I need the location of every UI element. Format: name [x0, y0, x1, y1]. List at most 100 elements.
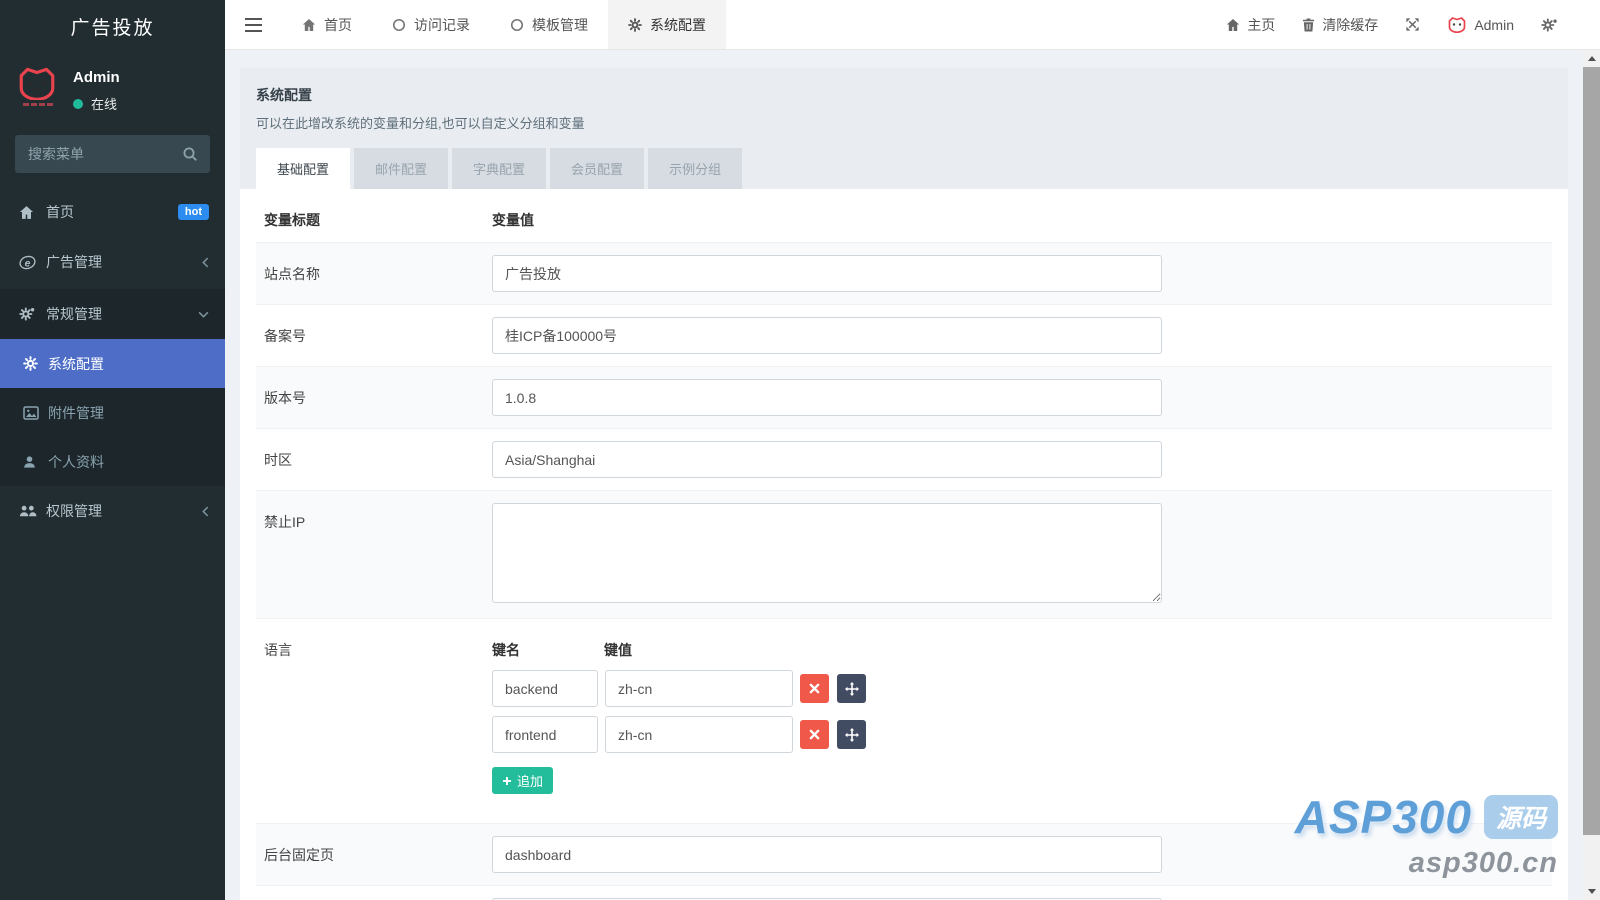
sidebar-item-general-manage[interactable]: 常规管理	[0, 289, 225, 339]
logo-wordmark	[16, 103, 60, 106]
avatar-small	[1447, 16, 1467, 33]
icp-number-input[interactable]	[492, 317, 1162, 354]
sidebar-item-home[interactable]: 首页 hot	[0, 187, 225, 237]
cross-icon	[809, 683, 820, 694]
topbar-tab-system-config[interactable]: 系统配置	[608, 0, 726, 49]
timezone-input[interactable]	[492, 441, 1162, 478]
scrollbar-thumb[interactable]	[1583, 67, 1600, 835]
user-menu[interactable]: Admin	[1447, 16, 1514, 33]
site-name-input[interactable]	[492, 255, 1162, 292]
sidebar-item-profile[interactable]: 个人资料	[0, 437, 225, 486]
table-row: 版本号	[256, 367, 1552, 429]
circle-o-icon	[510, 18, 524, 32]
field-label: 站点名称	[264, 248, 492, 299]
topbar-tab-home[interactable]: 首页	[282, 0, 372, 49]
version-input[interactable]	[492, 379, 1162, 416]
username-label: Admin	[1474, 17, 1514, 33]
field-label: 禁止IP	[264, 496, 492, 613]
sidebar-group-general: 常规管理 系统	[0, 289, 225, 486]
trash-icon	[1302, 18, 1315, 32]
table-row: 后台固定页	[256, 824, 1552, 886]
language-key-input[interactable]	[492, 716, 598, 753]
delete-row-button[interactable]	[800, 674, 829, 703]
users-icon	[19, 504, 46, 518]
plus-icon	[502, 776, 512, 786]
sidebar-item-label: 个人资料	[48, 452, 209, 472]
topbar-tab-visit-log[interactable]: 访问记录	[372, 0, 490, 49]
sidebar-toggle-button[interactable]	[225, 0, 282, 49]
circle-o-icon	[392, 18, 406, 32]
triangle-down-icon	[1588, 889, 1596, 894]
scroll-down-button[interactable]	[1583, 883, 1600, 900]
tab-dictionary-config[interactable]: 字典配置	[452, 148, 546, 189]
append-button[interactable]: 追加	[492, 767, 553, 794]
settings-menu-button[interactable]	[1541, 17, 1558, 33]
user-status-label: 在线	[91, 94, 117, 113]
topbar-tab-template-manage[interactable]: 模板管理	[490, 0, 608, 49]
page-title: 系统配置	[256, 85, 1552, 105]
fullscreen-button[interactable]	[1405, 17, 1420, 32]
brand-title: 广告投放	[0, 0, 225, 52]
sidebar-item-label: 权限管理	[46, 501, 202, 521]
online-dot-icon	[73, 99, 83, 109]
frontend-home-label: 主页	[1247, 15, 1275, 35]
table-row: 站点名称	[256, 243, 1552, 305]
sidebar-item-label: 常规管理	[46, 304, 198, 324]
vertical-scrollbar[interactable]	[1583, 50, 1600, 900]
column-variable-title: 变量标题	[264, 210, 492, 230]
user-name: Admin	[73, 69, 120, 86]
scroll-up-button[interactable]	[1583, 50, 1600, 67]
sidebar-item-label: 首页	[46, 202, 178, 222]
topbar-tab-label: 访问记录	[414, 15, 470, 35]
menu-search	[15, 135, 210, 173]
search-input[interactable]	[15, 135, 210, 173]
chevron-left-icon	[202, 506, 209, 517]
sidebar-item-auth-manage[interactable]: 权限管理	[0, 486, 225, 536]
sidebar-item-system-config[interactable]: 系统配置	[0, 339, 225, 388]
cat-logo-icon	[16, 66, 58, 100]
tab-mail-config[interactable]: 邮件配置	[354, 148, 448, 189]
delete-row-button[interactable]	[800, 720, 829, 749]
table-row: 备案号	[256, 305, 1552, 367]
topbar-actions: 主页 清除缓存 Admin	[1226, 0, 1600, 49]
topbar: 首页 访问记录 模板管理 系统配置	[225, 0, 1600, 50]
svg-text:e: e	[25, 258, 31, 269]
sidebar-item-attachment-manage[interactable]: 附件管理	[0, 388, 225, 437]
sidebar-item-label: 附件管理	[48, 403, 209, 423]
backend-fixed-page-input[interactable]	[492, 836, 1162, 873]
topbar-tab-label: 模板管理	[532, 15, 588, 35]
clear-cache-button[interactable]: 清除缓存	[1302, 15, 1378, 35]
frontend-home-link[interactable]: 主页	[1226, 15, 1275, 35]
sidebar-item-label: 广告管理	[46, 252, 202, 272]
language-value-input[interactable]	[605, 716, 793, 753]
clear-cache-label: 清除缓存	[1322, 15, 1378, 35]
tab-member-config[interactable]: 会员配置	[550, 148, 644, 189]
forbidden-ip-textarea[interactable]	[492, 503, 1162, 603]
cross-icon	[809, 729, 820, 740]
kv-row	[492, 670, 1544, 707]
sidebar-item-ad-manage[interactable]: e 广告管理	[0, 237, 225, 287]
gear-icon	[23, 356, 48, 371]
key-value-header: 键值	[604, 640, 632, 660]
chevron-left-icon	[202, 257, 209, 268]
page-subtitle: 可以在此增改系统的变量和分组,也可以自定义分组和变量	[256, 113, 1552, 132]
key-name-header: 键名	[492, 640, 604, 660]
language-key-input[interactable]	[492, 670, 598, 707]
search-icon[interactable]	[182, 146, 198, 162]
drag-row-button[interactable]	[837, 720, 866, 749]
drag-row-button[interactable]	[837, 674, 866, 703]
column-variable-value: 变量值	[492, 210, 534, 230]
table-row: 时区	[256, 429, 1552, 491]
tab-example-group[interactable]: 示例分组	[648, 148, 742, 189]
tab-basic-config[interactable]: 基础配置	[256, 148, 350, 189]
gears-icon	[19, 306, 46, 322]
home-icon	[19, 205, 46, 220]
language-value-input[interactable]	[605, 670, 793, 707]
arrows-all-icon	[845, 728, 859, 742]
field-label: 备案号	[264, 310, 492, 361]
chevron-down-icon	[198, 311, 209, 318]
user-status: 在线	[73, 94, 120, 113]
home-icon	[302, 18, 316, 32]
gears-icon	[1541, 17, 1558, 33]
triangle-up-icon	[1588, 56, 1596, 61]
